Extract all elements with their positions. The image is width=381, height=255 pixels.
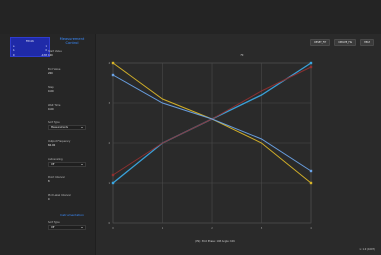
field-value[interactable]: 100: [48, 54, 86, 57]
field-instrument-sort-type: Sort Type Off: [48, 221, 86, 230]
plot-title: Fit: [240, 54, 244, 57]
field-label: Wait Time: [48, 104, 61, 107]
measurement-control-title: Measurement Control: [59, 37, 85, 46]
select-value: Off: [51, 163, 55, 166]
button-label: UPDATE_FIG: [338, 41, 353, 44]
field-label: Start Value: [48, 50, 62, 53]
fit-info-value: 0: [45, 49, 47, 52]
field-value[interactable]: 60.00: [48, 144, 86, 147]
field-sort-type: Sort Type Measurements: [48, 121, 86, 130]
field-label: End Value: [48, 68, 61, 71]
reset-fit-button[interactable]: RESET_FIT: [310, 39, 331, 46]
field-wait-time: Wait Time 0.00: [48, 104, 86, 111]
fit-info-header: Fit Info: [13, 39, 47, 43]
chevron-down-icon: [81, 227, 83, 228]
fit-info-header-text: Fit Info: [26, 39, 34, 43]
plot-svg: 0 1 2 3 401234: [103, 57, 381, 233]
sort-type-select[interactable]: Measurements: [48, 125, 86, 130]
fit-info-key: R: [13, 53, 15, 57]
field-start-value: Start Value 100: [48, 50, 86, 57]
update-fig-button[interactable]: UPDATE_FIG: [334, 39, 357, 46]
select-value: Off: [51, 226, 55, 229]
chevron-down-icon: [81, 127, 83, 128]
instrumentation-title: Instrumentation: [59, 213, 85, 217]
app-window: Fit Info a 1 b 0 R -0.83 Measurement Con…: [0, 0, 381, 255]
fit-info-key: b: [13, 49, 15, 52]
top-bar: [0, 0, 381, 34]
button-label: RESET_FIT: [314, 41, 327, 44]
fit-info-row: b 0: [13, 49, 47, 53]
field-plot-label-interval: Plot Label Interval 0: [48, 194, 86, 201]
fit-info-row: R -0.83: [13, 53, 47, 57]
field-step: Step 0.00: [48, 86, 86, 93]
data-point: [111, 173, 115, 177]
field-label: Sort Type: [48, 221, 60, 224]
help-button[interactable]: HELP: [360, 39, 374, 46]
instrument-select[interactable]: Off: [48, 225, 86, 230]
fit-info-row: a 1: [13, 44, 47, 48]
chevron-down-icon: [81, 164, 83, 165]
select-value: Measurements: [51, 126, 68, 129]
data-point: [309, 61, 313, 65]
field-label: Autoscaling: [48, 158, 63, 161]
field-value[interactable]: 0.00: [48, 90, 86, 93]
fit-info-value: 1: [45, 44, 47, 48]
field-label: Point Interval: [48, 176, 65, 179]
cursor-readout: x: 1.0 (1007): [359, 248, 376, 251]
field-value[interactable]: 0.00: [48, 108, 86, 111]
field-point-interval: Point Interval 8: [48, 176, 86, 183]
fit-info-value: -0.83: [41, 53, 47, 57]
fit-info-key: a: [13, 44, 15, 48]
data-point: [309, 65, 313, 69]
field-value[interactable]: 8: [48, 180, 86, 183]
data-point: [111, 73, 115, 77]
field-label: Sort Type: [48, 121, 60, 124]
field-value[interactable]: 200: [48, 72, 86, 75]
data-point: [111, 61, 115, 65]
data-point: [111, 181, 115, 185]
field-end-value: End Value 200: [48, 68, 86, 75]
field-value[interactable]: 0: [48, 198, 86, 201]
field-label: Output Frequency: [48, 140, 71, 143]
field-autoscaling: Autoscaling Off: [48, 158, 86, 167]
data-point: [309, 169, 313, 173]
button-label: HELP: [364, 41, 370, 44]
field-label: Plot Label Interval: [48, 194, 71, 197]
data-point: [309, 181, 313, 185]
field-output-frequency: Output Frequency 60.00: [48, 140, 86, 147]
field-label: Step: [48, 86, 54, 89]
autoscaling-select[interactable]: Off: [48, 162, 86, 167]
plot-area[interactable]: Fit 0123401234: [103, 54, 381, 233]
toolbar-buttons: RESET_FIT UPDATE_FIG HELP: [310, 39, 374, 46]
fit-info-table: Fit Info a 1 b 0 R -0.83: [10, 37, 50, 57]
plot-background: [103, 57, 381, 233]
plot-status: (PS): 36.0 Phase: 148 Angle: 106: [195, 240, 235, 243]
